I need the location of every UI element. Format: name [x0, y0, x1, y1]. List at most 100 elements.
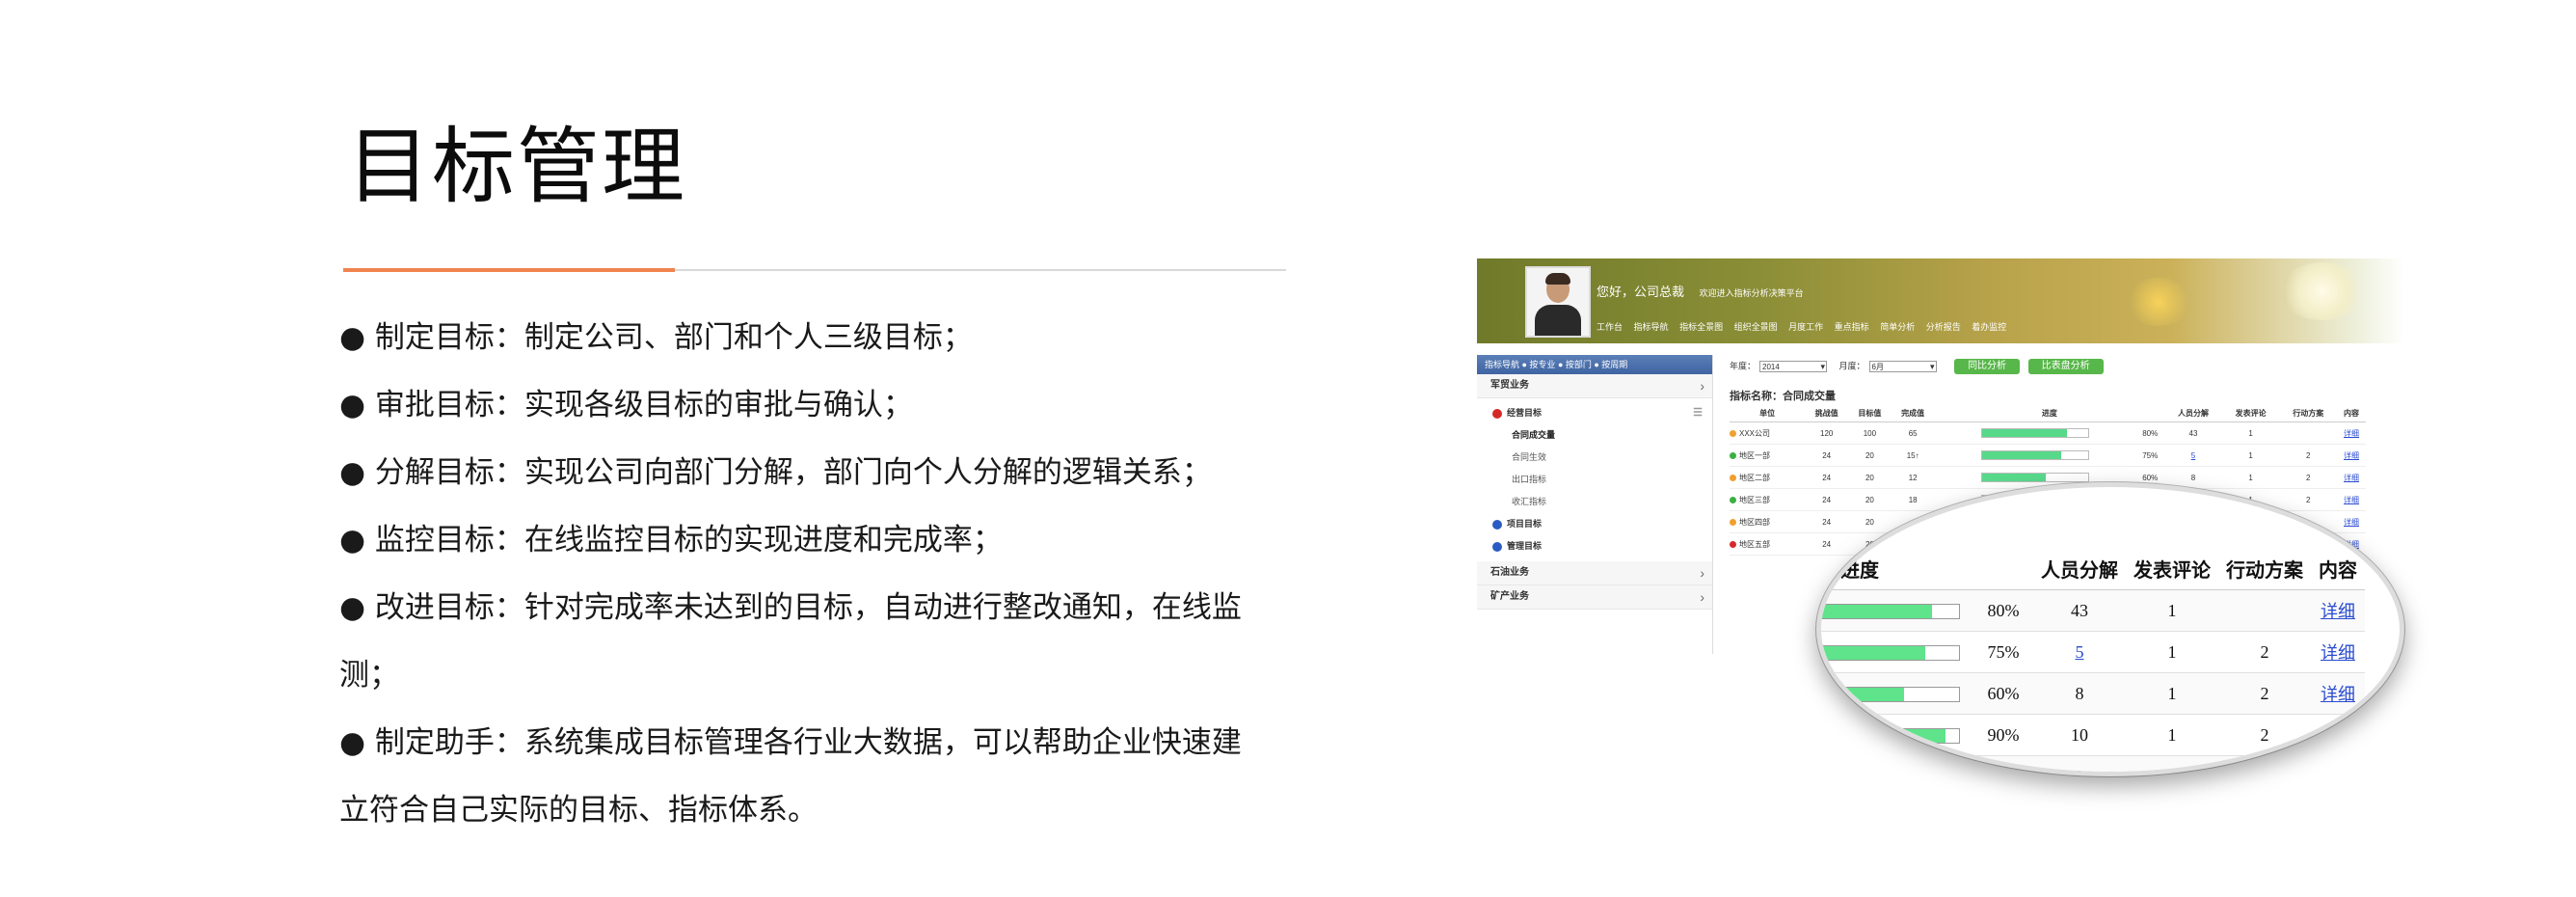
zoom-table-row: 90% 10 1 2 详细 — [1821, 714, 2365, 756]
feature-item: ● 制定目标：制定公司、部门和个人三级目标； — [339, 320, 973, 355]
zoom-detail-link[interactable]: 详细 — [2311, 672, 2365, 715]
column-header: 发表评论 — [2221, 405, 2280, 422]
nav-item[interactable]: 分析报告 — [1926, 322, 1961, 332]
nav-item[interactable]: 指标导航 — [1634, 322, 1669, 332]
zoom-progress-cell — [1821, 755, 1973, 772]
unit-name[interactable]: 地区三部 — [1739, 496, 1770, 504]
tree-group[interactable]: 管理目标 — [1492, 535, 1712, 557]
zoom-progress-fill — [1822, 771, 1891, 772]
plan-cell: 2 — [2279, 466, 2338, 489]
unit-cell: 地区二部 — [1730, 466, 1806, 489]
nav-item[interactable]: 重点指标 — [1835, 322, 1869, 332]
page-title: 目标管理 — [347, 119, 686, 215]
target-cell: 20 — [1848, 466, 1892, 489]
progress-bar — [1980, 428, 2089, 438]
detail-link[interactable]: 详细 — [2337, 444, 2366, 467]
sidebar-section[interactable]: 矿产业务 › — [1477, 585, 1712, 610]
people-cell[interactable]: 5 — [2164, 444, 2222, 467]
zoom-detail-link[interactable]: 详细 — [2311, 631, 2365, 673]
zoom-plan-cell: 2 — [2218, 631, 2311, 673]
zoom-detail-link[interactable]: 详细 — [2311, 714, 2365, 756]
done-cell: 65 — [1891, 421, 1935, 445]
progress-bar — [1980, 473, 2089, 482]
unit-name[interactable]: XXX公司 — [1739, 429, 1770, 438]
zoom-progress-fill — [1822, 688, 1905, 702]
sidebar-section[interactable]: 军贸业务 › — [1477, 374, 1712, 398]
unit-name[interactable]: 地区五部 — [1739, 540, 1770, 549]
done-cell: 12 — [1891, 466, 1935, 489]
column-header: 完成值 — [1891, 405, 1935, 422]
zoom-column-header: 内容 — [2311, 547, 2365, 590]
status-dot — [1730, 540, 1736, 548]
detail-link[interactable]: 详细 — [2337, 466, 2366, 489]
unit-cell: 地区三部 — [1730, 488, 1806, 511]
dashboard-analysis-button[interactable]: 比表盘分析 — [2027, 359, 2104, 374]
chevron-right-icon: › — [1700, 378, 1704, 394]
table-row: XXX公司 120 100 65 80% 43 1 详细 — [1730, 421, 2366, 445]
zoom-people-cell: 2 — [2033, 755, 2126, 772]
zoom-comment-cell: 1 — [2126, 631, 2218, 673]
tree-group[interactable]: 项目目标 — [1492, 513, 1712, 535]
table-row: 地区一部 24 20 15↑ 75% 5 1 2 详细 — [1730, 444, 2366, 467]
tree-group[interactable]: 经营目标 ☰ — [1492, 402, 1712, 424]
month-select[interactable]: 6月 — [1868, 361, 1937, 372]
zoom-magnifier: 进度 人员分解 发表评论 行动方案 内容 80% 43 1 详细 75% 5 1 2 详细 60% 8 1 2 详… — [1816, 482, 2404, 776]
zoom-detail-link[interactable]: 详细 — [2311, 589, 2365, 632]
nav-item[interactable]: 工作台 — [1597, 322, 1623, 332]
chevron-right-icon: › — [1700, 589, 1704, 605]
tree-item[interactable]: 合同成交量 — [1492, 424, 1712, 447]
sidebar-section[interactable]: 石油业务 › — [1477, 561, 1712, 585]
zoom-detail-link[interactable] — [2311, 755, 2365, 772]
zoom-progress-fill — [1822, 646, 1925, 661]
unit-name[interactable]: 地区二部 — [1739, 474, 1770, 482]
nav-item[interactable]: 着办监控 — [1972, 322, 2006, 332]
sidebar-tree: 经营目标 ☰ 合同成交量 合同生效 出口指标 收汇指标 项目目标 管理目标 — [1477, 398, 1712, 561]
detail-link[interactable]: 详细 — [2337, 510, 2366, 533]
zoom-progress-cell — [1821, 589, 1973, 632]
zoom-table-row: 80% 43 1 详细 — [1821, 589, 2365, 632]
app-banner: 您好，公司总裁 欢迎进入指标分析决策平台 工作台 指标导航 指标全景图 组织全景… — [1477, 258, 2404, 343]
zoom-column-header: 进度 — [1821, 547, 2033, 590]
detail-link[interactable]: 详细 — [2337, 488, 2366, 511]
avatar — [1525, 266, 1591, 338]
expand-icon — [1492, 541, 1502, 552]
unit-name[interactable]: 地区四部 — [1739, 518, 1770, 527]
done-cell: 18 — [1891, 488, 1935, 511]
filter-bar: 年度：2014 月度：6月 同比分析 比表盘分析 — [1730, 359, 2104, 374]
column-header: 行动方案 — [2279, 405, 2338, 422]
zoom-column-header: 发表评论 — [2126, 547, 2218, 590]
sidebar-header[interactable]: 指标导航 ● 按专业 ● 按部门 ● 按周期 — [1477, 355, 1712, 374]
zoom-people-cell: 10 — [2033, 714, 2126, 756]
year-select[interactable]: 2014 — [1759, 361, 1828, 372]
zoom-comment-cell: 1 — [2126, 714, 2218, 756]
top-nav: 工作台 指标导航 指标全景图 组织全景图 月度工作 重点指标 简单分析 分析报告… — [1597, 320, 2015, 333]
feature-item: ● 分解目标：实现公司向部门分解，部门向个人分解的逻辑关系； — [339, 455, 1212, 490]
challenge-cell: 24 — [1805, 444, 1849, 467]
zoom-progress-bar — [1821, 645, 1960, 662]
detail-link[interactable]: 详细 — [2337, 421, 2366, 445]
tree-item[interactable]: 收汇指标 — [1492, 491, 1712, 513]
zoom-progress-cell — [1821, 672, 1973, 715]
zoom-plan-cell: 2 — [2218, 714, 2311, 756]
feature-item: ● 审批目标：实现各级目标的审批与确认； — [339, 388, 913, 422]
nav-item[interactable]: 简单分析 — [1880, 322, 1915, 332]
feature-list: ● 制定目标：制定公司、部门和个人三级目标； ● 审批目标：实现各级目标的审批与… — [339, 304, 1265, 844]
compare-analysis-button[interactable]: 同比分析 — [1954, 359, 2021, 374]
menu-icon[interactable]: ☰ — [1693, 402, 1703, 424]
nav-item[interactable]: 组织全景图 — [1734, 322, 1778, 332]
plan-cell — [2279, 421, 2338, 445]
nav-item[interactable]: 指标全景图 — [1679, 322, 1723, 332]
zoom-percent-cell: 90% — [1973, 714, 2033, 756]
chevron-right-icon: › — [1700, 565, 1704, 581]
target-cell: 20 — [1848, 488, 1892, 511]
challenge-cell: 120 — [1805, 421, 1849, 445]
unit-name[interactable]: 地区一部 — [1739, 451, 1770, 460]
zoom-plan-cell: 2 — [2218, 672, 2311, 715]
zoom-table: 进度 人员分解 发表评论 行动方案 内容 80% 43 1 详细 75% 5 1 2 详细 60% 8 1 2 详… — [1821, 547, 2365, 772]
zoom-people-cell[interactable]: 5 — [2033, 631, 2126, 673]
tree-item[interactable]: 出口指标 — [1492, 469, 1712, 491]
unit-cell: 地区四部 — [1730, 510, 1806, 533]
tree-item[interactable]: 合同生效 — [1492, 447, 1712, 469]
nav-item[interactable]: 月度工作 — [1788, 322, 1823, 332]
zoom-table-row: 75% 5 1 2 详细 — [1821, 631, 2365, 673]
